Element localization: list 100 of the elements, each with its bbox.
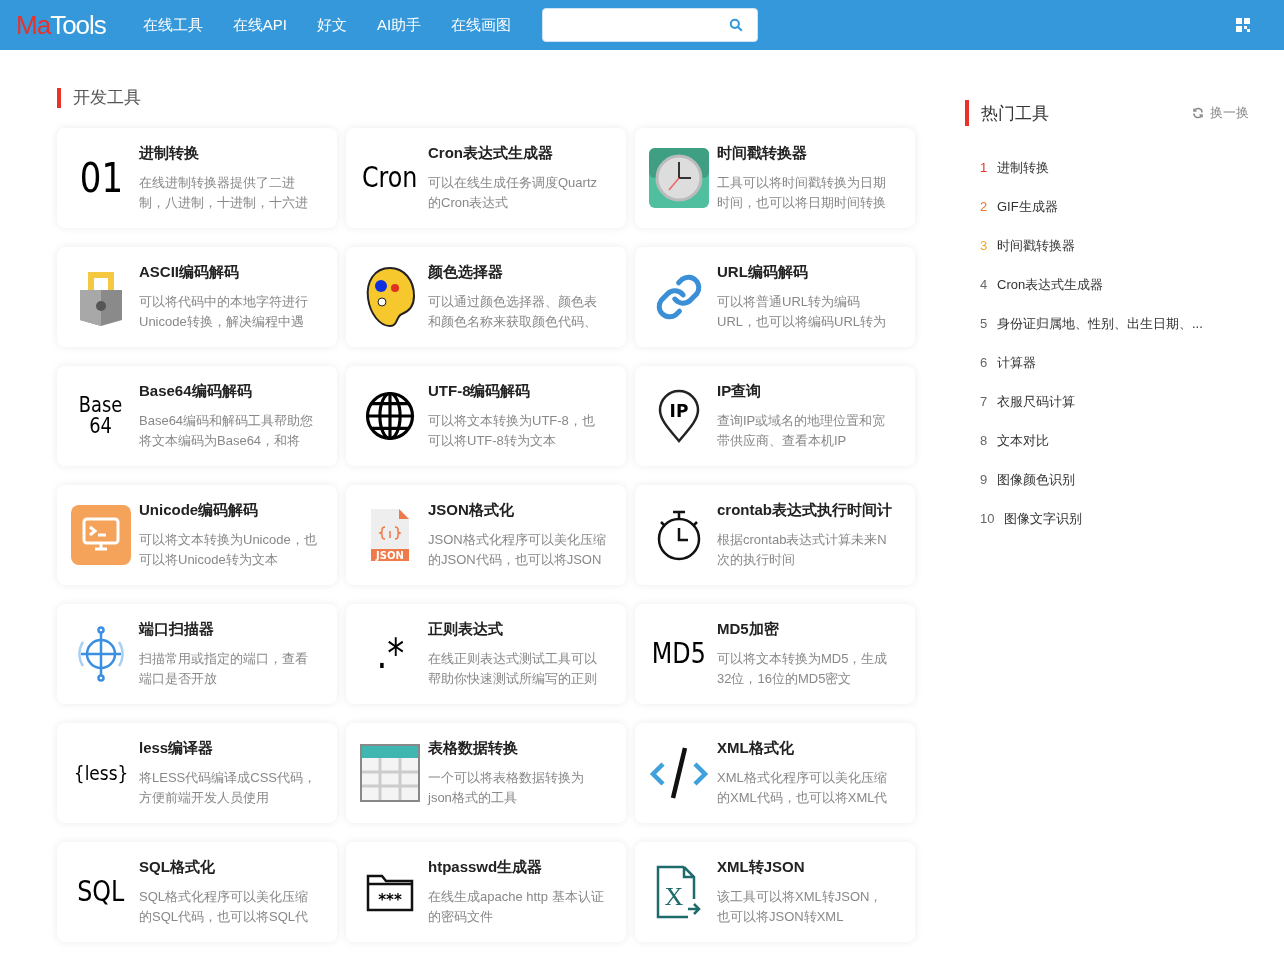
rank-number: 2: [980, 199, 989, 214]
icon-text: .*: [376, 634, 404, 674]
hot-tool-link[interactable]: 8 文本对比: [965, 421, 1255, 460]
tool-description: 可以将代码中的本地字符进行Unicode转换，解决编程中遇: [139, 292, 309, 331]
link-icon: [654, 272, 704, 322]
tool-description: 可以将文本转换为Unicode，也可以将Unicode转为文本: [139, 530, 317, 569]
rank-number: 3: [980, 238, 989, 253]
hot-tool-link[interactable]: 10 图像文字识别: [965, 499, 1255, 538]
tool-description: 一个可以将表格数据转换为json格式的工具: [428, 768, 585, 807]
hot-tool-link[interactable]: 9 图像颜色识别: [965, 460, 1255, 499]
hot-tool-name: GIF生成器: [997, 197, 1058, 216]
refresh-link[interactable]: 换一换: [1192, 104, 1249, 122]
tool-card[interactable]: ASCII编码解码 可以将代码中的本地字符进行Unicode转换，解决编程中遇: [57, 247, 337, 347]
tool-title: 正则表达式: [428, 619, 504, 639]
tool-description: 该工具可以将XML转JSON，也可以将JSON转XML: [717, 887, 884, 926]
tool-title: URL编码解码: [717, 262, 809, 282]
hot-tool-name: 时间戳转换器: [997, 236, 1075, 255]
icon-text: {less}: [73, 763, 129, 783]
tool-title: 端口扫描器: [139, 619, 215, 639]
hot-tool-link[interactable]: 7 衣服尺码计算: [965, 382, 1255, 421]
tool-description: 可以将普通URL转为编码URL，也可以将编码URL转为: [717, 292, 887, 331]
hot-tool-name: 文本对比: [997, 431, 1049, 450]
rank-number: 7: [980, 394, 989, 409]
tool-title: 表格数据转换: [428, 738, 519, 758]
tool-title: 进制转换: [139, 143, 200, 163]
tool-card[interactable]: 表格数据转换 一个可以将表格数据转换为json格式的工具: [346, 723, 626, 823]
tool-card[interactable]: *** htpasswd生成器 在线生成apache http 基本认证的密码文件: [346, 842, 626, 942]
tool-card[interactable]: IP IP查询 查询IP或域名的地理位置和宽带供应商、查看本机IP: [635, 366, 915, 466]
tool-title: htpasswd生成器: [428, 857, 544, 877]
tool-card[interactable]: 端口扫描器 扫描常用或指定的端口，查看端口是否开放: [57, 604, 337, 704]
tool-title: SQL格式化: [139, 857, 216, 877]
tool-card[interactable]: XML格式化 XML格式化程序可以美化压缩的XML代码，也可以将XML代: [635, 723, 915, 823]
tool-description: XML格式化程序可以美化压缩的XML代码，也可以将XML代: [717, 768, 889, 807]
json-file-icon: JSON: [369, 507, 411, 563]
hot-tool-link[interactable]: 5 身份证归属地、性别、出生日期、...: [965, 304, 1255, 343]
tool-card[interactable]: Cron Cron表达式生成器 可以在线生成任务调度Quartz的Cron表达式: [346, 128, 626, 228]
tool-description: 扫描常用或指定的端口，查看端口是否开放: [139, 649, 309, 688]
tool-description: 可以将文本转换为UTF-8，也可以将UTF-8转为文本: [428, 411, 596, 450]
hot-tool-name: 图像文字识别: [1004, 509, 1082, 528]
search-icon[interactable]: [729, 18, 744, 32]
tool-title: 时间戳转换器: [717, 143, 808, 163]
tool-card[interactable]: UTF-8编码解码 可以将文本转换为UTF-8，也可以将UTF-8转为文本: [346, 366, 626, 466]
tool-card[interactable]: X XML转JSON 该工具可以将XML转JSON，也可以将JSON转XML: [635, 842, 915, 942]
crosshair-icon: [75, 624, 127, 684]
tool-title: UTF-8编码解码: [428, 381, 532, 401]
tool-card[interactable]: JSON JSON格式化 JSON格式化程序可以美化压缩的JSON代码，也可以将JSON: [346, 485, 626, 585]
rank-number: 9: [980, 472, 989, 487]
tool-title: JSON格式化: [428, 500, 515, 520]
icon-text: SQL: [77, 878, 125, 906]
tool-title: Base64编码解码: [139, 381, 253, 401]
tool-card[interactable]: {less} less编译器 将LESS代码编译成CSS代码，方便前端开发人员使用: [57, 723, 337, 823]
search-field[interactable]: [542, 8, 759, 42]
hot-tool-name: 图像颜色识别: [997, 470, 1075, 489]
tool-description: Base64编码和解码工具帮助您将文本编码为Base64，和将: [139, 411, 315, 450]
rank-number: 10: [980, 511, 996, 526]
rank-number: 4: [980, 277, 989, 292]
tool-title: Unicode编码解码: [139, 500, 260, 520]
tool-description: 将LESS代码编译成CSS代码，方便前端开发人员使用: [139, 768, 317, 807]
tool-title: Cron表达式生成器: [428, 143, 554, 163]
hot-tool-name: 衣服尺码计算: [997, 392, 1075, 411]
hot-tool-link[interactable]: 2 GIF生成器: [965, 187, 1255, 226]
tool-description: SQL格式化程序可以美化压缩的SQL代码，也可以将SQL代: [139, 887, 310, 926]
rank-number: 1: [980, 160, 989, 175]
icon-text: MD5: [652, 640, 706, 668]
icon-text: Cron: [362, 164, 418, 192]
hot-tool-link[interactable]: 1 进制转换: [965, 148, 1255, 187]
hot-tool-link[interactable]: 6 计算器: [965, 343, 1255, 382]
tool-description: 可以将文本转换为MD5，生成32位，16位的MD5密文: [717, 649, 889, 688]
tool-description: 在线正则表达式测试工具可以帮助你快速测试所编写的正则: [428, 649, 598, 688]
rank-number: 6: [980, 355, 989, 370]
refresh-icon: [1192, 107, 1204, 119]
tool-description: 可以通过颜色选择器、颜色表和颜色名称来获取颜色代码、: [428, 292, 598, 331]
tool-card[interactable]: Base 64 Base64编码解码 Base64编码和解码工具帮助您将文本编码为Base64，和将: [57, 366, 337, 466]
tool-title: XML格式化: [717, 738, 795, 758]
hot-tool-link[interactable]: 3 时间戳转换器: [965, 226, 1255, 265]
palette-icon: [364, 266, 416, 328]
tool-card[interactable]: MD5 MD5加密 可以将文本转换为MD5，生成32位，16位的MD5密文: [635, 604, 915, 704]
globe-icon: [363, 389, 417, 443]
tool-description: 根据crontab表达式计算未来N次的执行时间: [717, 530, 888, 569]
hot-tool-link[interactable]: 4 Cron表达式生成器: [965, 265, 1255, 304]
tool-description: 在线进制转换器提供了二进制，八进制，十进制，十六进: [139, 173, 309, 212]
qr-code-icon[interactable]: [1236, 18, 1250, 32]
tool-card[interactable]: crontab表达式执行时间计 根据crontab表达式计算未来N次的执行时间: [635, 485, 915, 585]
tool-card[interactable]: Unicode编码解码 可以将文本转换为Unicode，也可以将Unicode转为文本: [57, 485, 337, 585]
rank-number: 8: [980, 433, 989, 448]
sidebar-title: 热门工具: [981, 102, 1049, 125]
tool-card[interactable]: 01 进制转换 在线进制转换器提供了二进制，八进制，十进制，十六进: [57, 128, 337, 228]
hot-tool-name: 计算器: [997, 353, 1036, 372]
hot-tool-name: 进制转换: [997, 158, 1049, 177]
tool-description: 查询IP或域名的地理位置和宽带供应商、查看本机IP: [717, 411, 887, 450]
tool-card[interactable]: 颜色选择器 可以通过颜色选择器、颜色表和颜色名称来获取颜色代码、: [346, 247, 626, 347]
tool-card[interactable]: .* 正则表达式 在线正则表达式测试工具可以帮助你快速测试所编写的正则: [346, 604, 626, 704]
folder-icon: ***: [366, 872, 414, 912]
tool-title: less编译器: [139, 738, 215, 758]
tool-card[interactable]: 时间戳转换器 工具可以将时间戳转换为日期时间，也可以将日期时间转换: [635, 128, 915, 228]
terminal-icon: [71, 505, 131, 565]
tool-title: IP查询: [717, 381, 763, 401]
tool-card[interactable]: URL编码解码 可以将普通URL转为编码URL，也可以将编码URL转为: [635, 247, 915, 347]
tool-card[interactable]: SQL SQL格式化 SQL格式化程序可以美化压缩的SQL代码，也可以将SQL代: [57, 842, 337, 942]
rank-number: 5: [980, 316, 989, 331]
